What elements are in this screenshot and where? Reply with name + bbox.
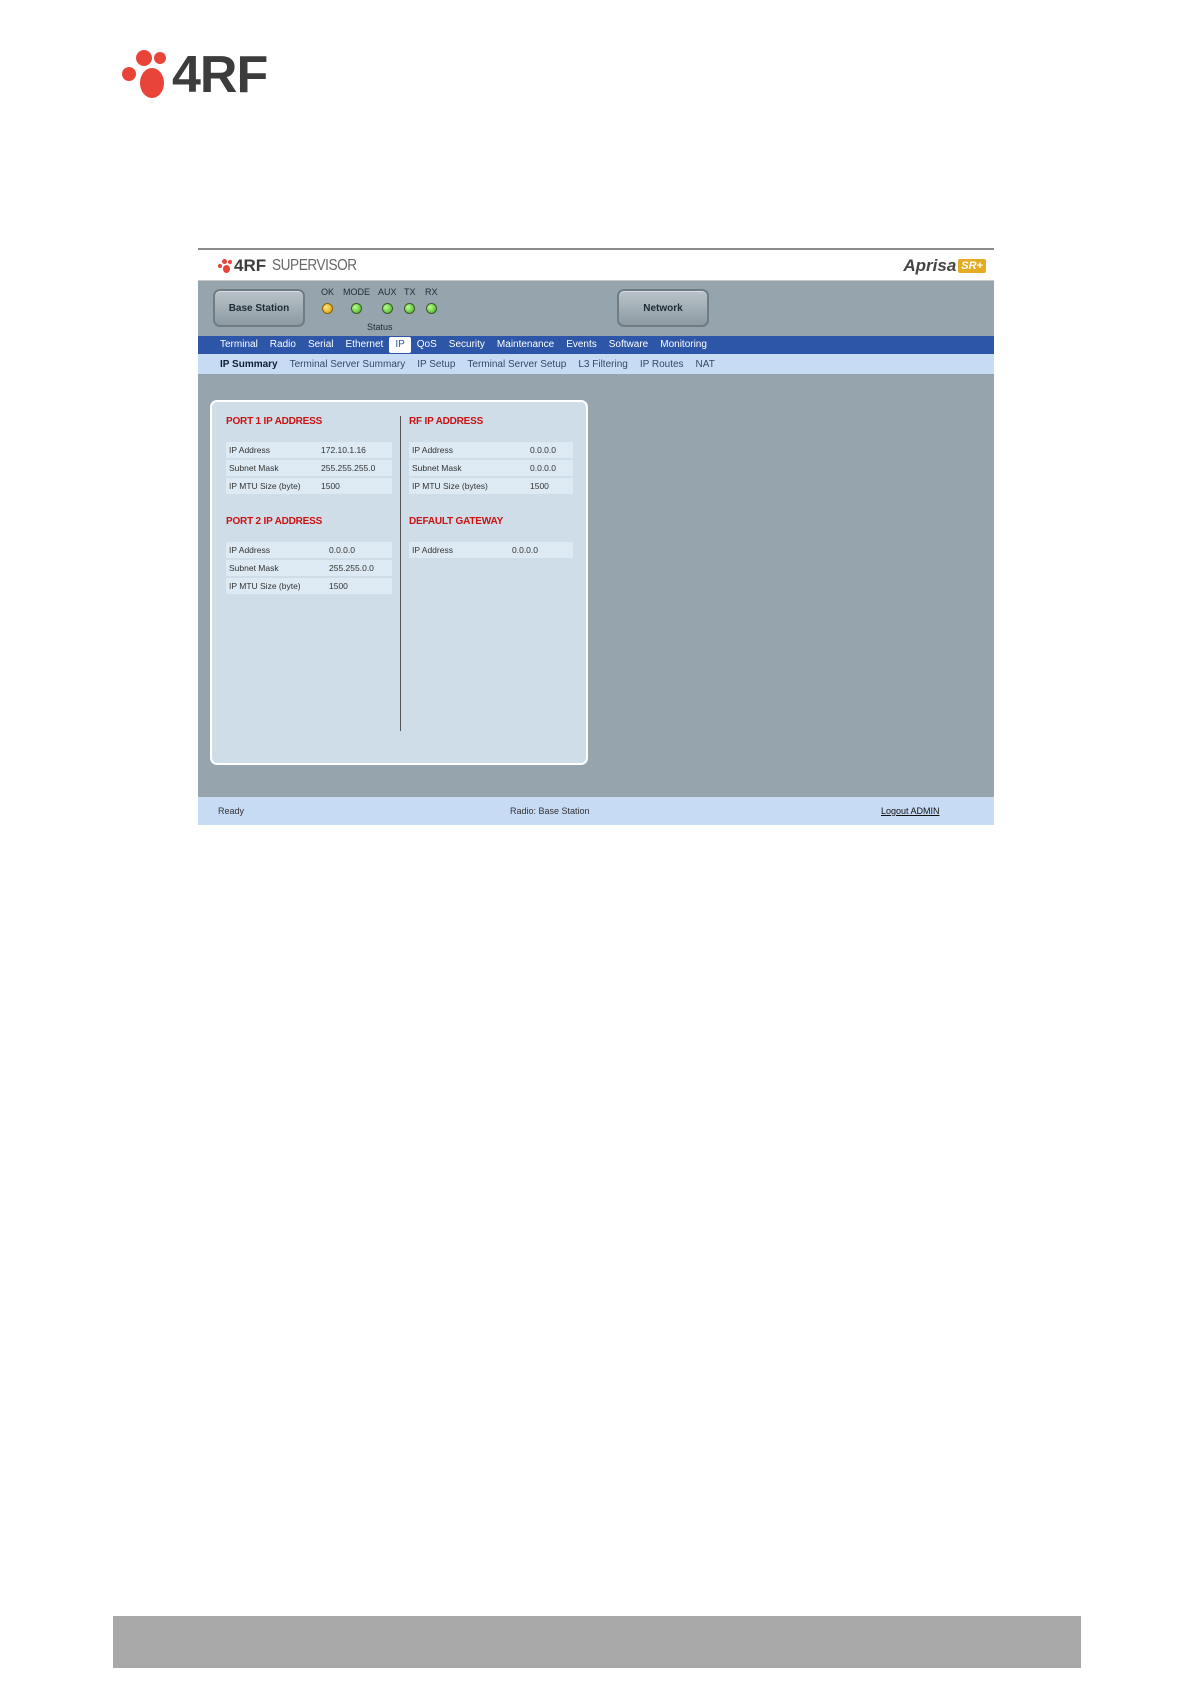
port1-mtu-row: IP MTU Size (byte) 1500 [226, 478, 392, 494]
led-mode-indicator-icon [351, 303, 362, 314]
led-aux: AUX [378, 287, 397, 314]
submenu-nat[interactable]: NAT [690, 359, 721, 370]
rf-subnet-row: Subnet Mask 0.0.0.0 [409, 460, 573, 476]
led-label: MODE [343, 287, 370, 297]
column-divider [400, 416, 401, 731]
led-tx: TX [404, 287, 416, 314]
led-ok-indicator-icon [322, 303, 333, 314]
menu-maintenance[interactable]: Maintenance [491, 337, 560, 353]
rf-ip-row: IP Address 0.0.0.0 [409, 442, 573, 458]
row-label: IP Address [412, 445, 453, 455]
row-value: 1500 [321, 481, 340, 491]
rf-mtu-row: IP MTU Size (bytes) 1500 [409, 478, 573, 494]
submenu-terminal-server-summary[interactable]: Terminal Server Summary [284, 359, 412, 370]
product-badge: SR+ [958, 259, 986, 273]
supervisor-window: 4RF SUPERVISOR Aprisa SR+ Base Station O… [198, 248, 994, 825]
product-name: Aprisa [903, 256, 957, 275]
rf-title: RF IP ADDRESS [409, 416, 484, 427]
network-button[interactable]: Network [617, 289, 709, 327]
submenu-ip-summary[interactable]: IP Summary [214, 359, 284, 370]
menu-ip[interactable]: IP [389, 337, 411, 353]
row-value: 0.0.0.0 [329, 545, 355, 555]
gateway-title: DEFAULT GATEWAY [409, 516, 504, 527]
product-logo: Aprisa SR+ [903, 256, 986, 276]
document-logo: 4RF [122, 46, 268, 104]
submenu-l3-filtering[interactable]: L3 Filtering [572, 359, 633, 370]
led-label: RX [425, 287, 438, 297]
document-brand: 4RF [172, 46, 268, 104]
row-value: 172.10.1.16 [321, 445, 366, 455]
logout-link[interactable]: Logout ADMIN [881, 806, 940, 816]
port2-subnet-row: Subnet Mask 255.255.0.0 [226, 560, 392, 576]
main-menu: Terminal Radio Serial Ethernet IP QoS Se… [198, 336, 994, 354]
status-bar: Ready Radio: Base Station Logout ADMIN [198, 797, 994, 825]
led-label: AUX [378, 287, 397, 297]
row-label: IP MTU Size (bytes) [412, 481, 488, 491]
menu-events[interactable]: Events [560, 337, 603, 353]
led-mode: MODE [343, 287, 370, 314]
submenu-ip-setup[interactable]: IP Setup [411, 359, 461, 370]
header-panel: Base Station OK MODE AUX TX RX Status Ne… [198, 281, 994, 335]
menu-software[interactable]: Software [603, 337, 654, 353]
gateway-ip-row: IP Address 0.0.0.0 [409, 542, 573, 558]
supervisor-logo: 4RF SUPERVISOR [218, 256, 372, 276]
row-label: IP MTU Size (byte) [229, 481, 301, 491]
radio-mode-text: Radio: Base Station [510, 806, 590, 816]
menu-serial[interactable]: Serial [302, 337, 340, 353]
row-value: 255.255.0.0 [329, 563, 374, 573]
menu-monitoring[interactable]: Monitoring [654, 337, 713, 353]
status-label: Status [367, 322, 393, 332]
document-footer-bar [113, 1616, 1081, 1668]
row-value: 0.0.0.0 [530, 463, 556, 473]
led-ok: OK [321, 287, 334, 314]
sub-menu: IP Summary Terminal Server Summary IP Se… [198, 354, 994, 374]
base-station-button[interactable]: Base Station [213, 289, 305, 327]
led-label: OK [321, 287, 335, 297]
row-value: 1500 [530, 481, 549, 491]
row-label: IP Address [412, 545, 453, 555]
port1-ip-row: IP Address 172.10.1.16 [226, 442, 392, 458]
row-label: Subnet Mask [229, 463, 279, 473]
row-label: Subnet Mask [412, 463, 462, 473]
top-bar: 4RF SUPERVISOR Aprisa SR+ [198, 250, 994, 281]
row-label: IP Address [229, 545, 270, 555]
led-label: TX [404, 287, 416, 297]
row-value: 1500 [329, 581, 348, 591]
row-value: 0.0.0.0 [530, 445, 556, 455]
led-aux-indicator-icon [381, 303, 393, 314]
led-rx: RX [425, 287, 438, 314]
menu-radio[interactable]: Radio [264, 337, 302, 353]
submenu-ip-routes[interactable]: IP Routes [634, 359, 690, 370]
supervisor-title: SUPERVISOR [272, 257, 357, 274]
port1-title: PORT 1 IP ADDRESS [226, 416, 323, 427]
menu-security[interactable]: Security [443, 337, 491, 353]
led-rx-indicator-icon [425, 303, 437, 314]
port1-subnet-row: Subnet Mask 255.255.255.0 [226, 460, 392, 476]
row-label: IP MTU Size (byte) [229, 581, 301, 591]
logo-dots-icon [122, 50, 168, 100]
ip-summary-panel: PORT 1 IP ADDRESS IP Address 172.10.1.16… [210, 400, 588, 765]
port2-mtu-row: IP MTU Size (byte) 1500 [226, 578, 392, 594]
led-tx-indicator-icon [404, 303, 416, 314]
submenu-terminal-server-setup[interactable]: Terminal Server Setup [461, 359, 572, 370]
row-value: 0.0.0.0 [512, 545, 538, 555]
row-value: 255.255.255.0 [321, 463, 376, 473]
menu-qos[interactable]: QoS [411, 337, 443, 353]
menu-terminal[interactable]: Terminal [214, 337, 264, 353]
row-label: IP Address [229, 445, 270, 455]
port2-ip-row: IP Address 0.0.0.0 [226, 542, 392, 558]
port2-title: PORT 2 IP ADDRESS [226, 516, 323, 527]
row-label: Subnet Mask [229, 563, 279, 573]
supervisor-logo-icon [218, 259, 232, 273]
menu-ethernet[interactable]: Ethernet [340, 337, 390, 353]
supervisor-brand: 4RF [234, 256, 267, 275]
status-text: Ready [218, 806, 245, 816]
